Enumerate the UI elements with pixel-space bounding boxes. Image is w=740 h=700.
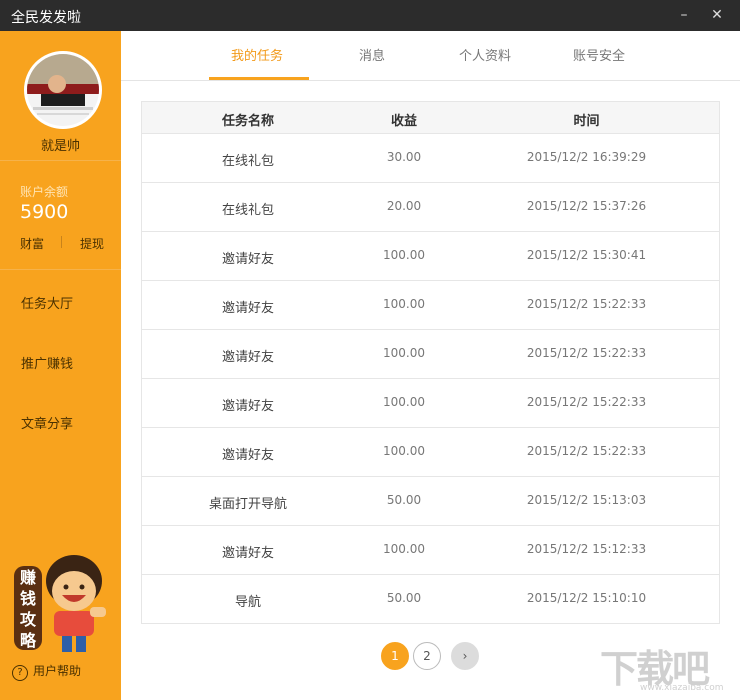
- header-time: 时间: [573, 114, 600, 129]
- tab-messages[interactable]: 消息: [359, 45, 385, 64]
- task-name-cell: 在线礼包: [221, 203, 274, 218]
- earnings-cell: 100.00: [383, 248, 425, 262]
- table-row: 邀请好友 100.00 2015/12/2 15:22:33: [142, 330, 719, 379]
- promo-char: 攻: [19, 610, 36, 629]
- chevron-right-icon: ›: [462, 649, 468, 663]
- promo-char: 略: [19, 631, 36, 650]
- table-row: 邀请好友 100.00 2015/12/2 15:30:41: [142, 232, 719, 281]
- earnings-cell: 50.00: [386, 493, 422, 507]
- task-name-cell: 邀请好友: [221, 399, 274, 414]
- time-cell: 2015/12/2 15:22:33: [526, 346, 647, 360]
- time-cell: 2015/12/2 15:37:26: [526, 199, 647, 213]
- earnings-cell: 30.00: [386, 150, 422, 164]
- header-earnings: 收益: [390, 114, 417, 129]
- earnings-cell: 100.00: [383, 395, 425, 409]
- watermark-url: www.xiazaiba.com: [640, 683, 724, 693]
- task-name-cell: 邀请好友: [221, 350, 274, 365]
- task-name-cell: 邀请好友: [221, 546, 274, 561]
- sidebar-divider: [0, 160, 121, 161]
- time-cell: 2015/12/2 15:30:41: [526, 248, 647, 262]
- time-cell: 2015/12/2 15:22:33: [526, 444, 647, 458]
- time-cell: 2015/12/2 15:22:33: [526, 297, 647, 311]
- active-tab-indicator: [209, 77, 309, 80]
- minimize-button[interactable]: –: [673, 5, 695, 25]
- table-row: 在线礼包 30.00 2015/12/2 16:39:29: [142, 134, 719, 183]
- time-cell: 2015/12/2 15:13:03: [526, 493, 647, 507]
- earn-guide-promo[interactable]: 赚 钱 攻 略: [12, 551, 112, 656]
- nav-article-share[interactable]: 文章分享: [21, 413, 73, 432]
- table-row: 邀请好友 100.00 2015/12/2 15:12:33: [142, 526, 719, 575]
- table-row: 桌面打开导航 50.00 2015/12/2 15:13:03: [142, 477, 719, 526]
- promo-char: 钱: [19, 589, 36, 608]
- page-1-button[interactable]: 1: [381, 642, 409, 670]
- earnings-cell: 100.00: [383, 542, 425, 556]
- table-header: 任务名称 收益 时间: [142, 102, 719, 134]
- next-page-button[interactable]: ›: [451, 642, 479, 670]
- table-row: 邀请好友 100.00 2015/12/2 15:22:33: [142, 428, 719, 477]
- help-link[interactable]: ? 用户帮助: [12, 662, 81, 681]
- earnings-cell: 100.00: [383, 444, 425, 458]
- task-name-cell: 邀请好友: [221, 252, 274, 267]
- sidebar: 就是帅 账户余额 5900 财富 提现 任务大厅 推广赚钱 文章分享 赚 钱 攻…: [0, 31, 121, 700]
- time-cell: 2015/12/2 15:12:33: [526, 542, 647, 556]
- sidebar-divider: [0, 269, 121, 270]
- tab-bar: 我的任务 消息 个人资料 账号安全: [121, 31, 740, 81]
- promo-char: 赚: [19, 568, 36, 587]
- avatar[interactable]: [24, 51, 102, 129]
- time-cell: 2015/12/2 15:10:10: [526, 591, 647, 605]
- time-cell: 2015/12/2 16:39:29: [526, 150, 647, 164]
- task-name-cell: 邀请好友: [221, 448, 274, 463]
- help-label: 用户帮助: [33, 664, 82, 678]
- tab-profile[interactable]: 个人资料: [459, 45, 511, 64]
- nav-promote-earn[interactable]: 推广赚钱: [21, 353, 73, 372]
- table-row: 邀请好友 100.00 2015/12/2 15:22:33: [142, 379, 719, 428]
- question-icon: ?: [12, 665, 28, 681]
- balance-value: 5900: [20, 201, 69, 223]
- task-name-cell: 导航: [234, 595, 261, 610]
- tab-account-security[interactable]: 账号安全: [573, 45, 625, 64]
- header-task-name: 任务名称: [221, 114, 274, 129]
- task-name-cell: 桌面打开导航: [208, 497, 287, 512]
- close-button[interactable]: ✕: [706, 5, 728, 25]
- time-cell: 2015/12/2 15:22:33: [526, 395, 647, 409]
- page-2-button[interactable]: 2: [413, 642, 441, 670]
- wealth-link[interactable]: 财富: [20, 235, 44, 252]
- table-row: 在线礼包 20.00 2015/12/2 15:37:26: [142, 183, 719, 232]
- tab-my-tasks[interactable]: 我的任务: [231, 45, 283, 64]
- link-separator: [61, 236, 62, 248]
- title-bar: 全民发发啦 – ✕: [0, 0, 740, 31]
- earnings-cell: 100.00: [383, 346, 425, 360]
- balance-label: 账户余额: [20, 185, 69, 199]
- username: 就是帅: [40, 139, 80, 154]
- earnings-cell: 20.00: [386, 199, 422, 213]
- task-table: 任务名称 收益 时间 在线礼包 30.00 2015/12/2 16:39:29 在线…: [141, 101, 720, 624]
- task-name-cell: 在线礼包: [221, 154, 274, 169]
- earnings-cell: 100.00: [383, 297, 425, 311]
- withdraw-link[interactable]: 提现: [80, 235, 104, 252]
- table-row: 邀请好友 100.00 2015/12/2 15:22:33: [142, 281, 719, 330]
- window-title: 全民发发啦: [11, 10, 81, 26]
- task-name-cell: 邀请好友: [221, 301, 274, 316]
- table-row: 导航 50.00 2015/12/2 15:10:10: [142, 575, 719, 624]
- nav-task-hall[interactable]: 任务大厅: [21, 293, 73, 312]
- earnings-cell: 50.00: [386, 591, 422, 605]
